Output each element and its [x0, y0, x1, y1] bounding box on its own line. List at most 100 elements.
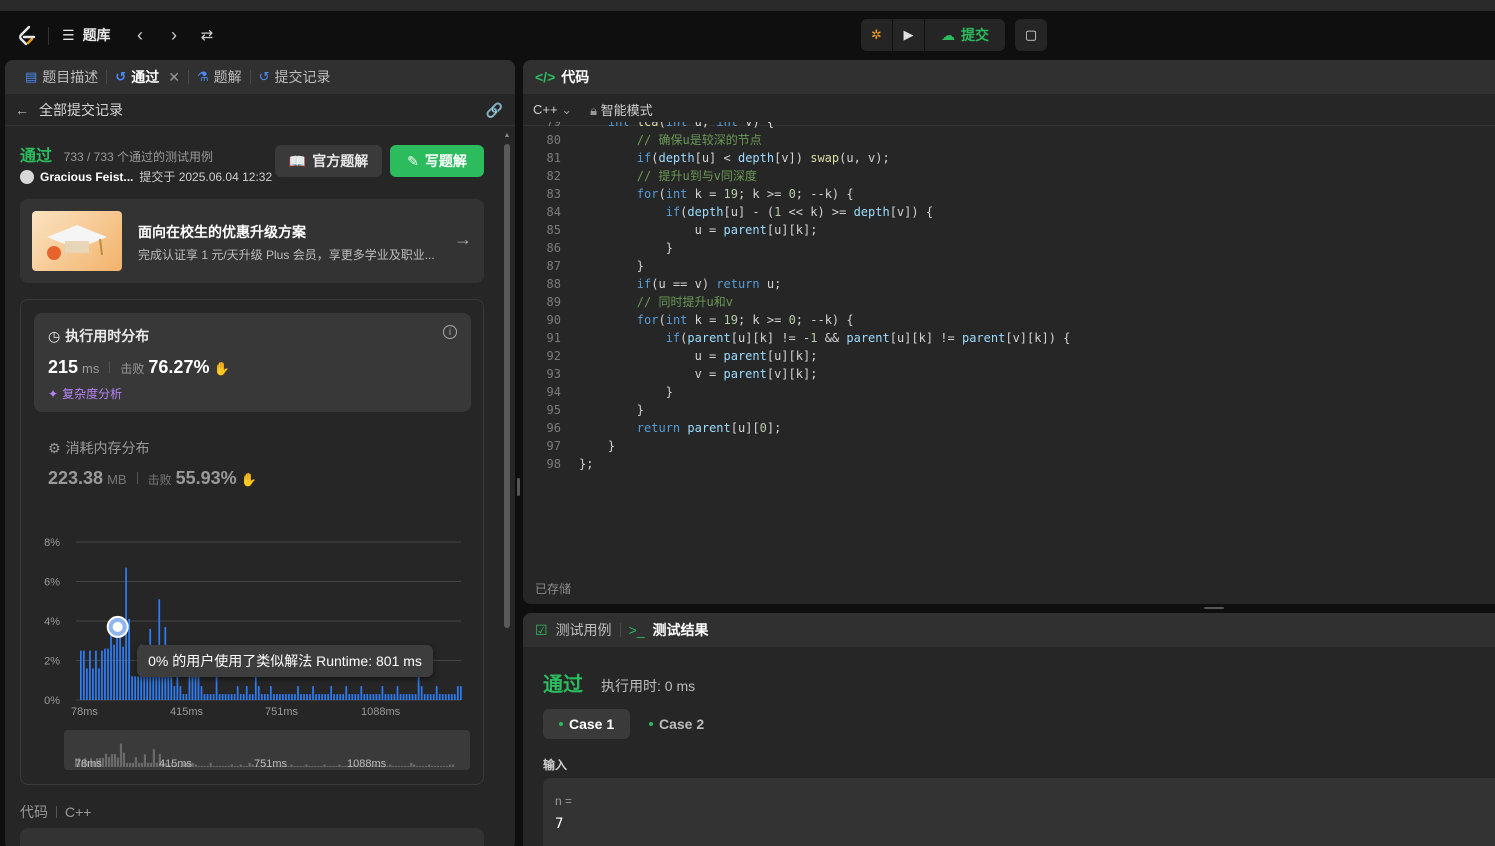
chart-bar[interactable]: [411, 694, 414, 700]
chart-bar[interactable]: [354, 694, 357, 700]
chart-bar[interactable]: [372, 694, 375, 700]
chart-bar[interactable]: [381, 686, 384, 700]
code-line[interactable]: 86 }: [523, 239, 1495, 257]
debug-button[interactable]: ✲: [861, 19, 893, 51]
chart-bar[interactable]: [288, 694, 290, 700]
chart-bar[interactable]: [375, 694, 378, 700]
chart-bar[interactable]: [152, 676, 155, 700]
chart-bar[interactable]: [218, 694, 221, 700]
chart-bar[interactable]: [191, 676, 194, 700]
chart-bar[interactable]: [203, 694, 206, 700]
chart-bar[interactable]: [279, 694, 281, 700]
chart-bar[interactable]: [83, 650, 85, 700]
arrow-left-icon[interactable]: ←: [15, 102, 29, 118]
chart-bar[interactable]: [80, 650, 82, 700]
code-line[interactable]: 98};: [523, 455, 1495, 473]
chart-bar[interactable]: [348, 694, 351, 700]
chart-bar[interactable]: [176, 676, 179, 700]
chart-bar[interactable]: [345, 686, 348, 700]
code-line[interactable]: 85 u = parent[u][k];: [523, 221, 1495, 239]
chart-bar[interactable]: [312, 686, 314, 700]
scroll-thumb[interactable]: [504, 144, 510, 628]
info-icon[interactable]: i: [443, 325, 457, 339]
chart-bar[interactable]: [309, 694, 311, 700]
chart-bar[interactable]: [399, 694, 402, 700]
chart-bar[interactable]: [89, 650, 91, 700]
chart-bar[interactable]: [426, 694, 429, 700]
chart-bar[interactable]: [414, 694, 417, 700]
chart-bar[interactable]: [441, 694, 444, 700]
memory-title[interactable]: ⚙ 消耗内存分布: [48, 438, 150, 458]
chart-bar[interactable]: [378, 694, 381, 700]
chart-bar[interactable]: [423, 694, 426, 700]
chart-bar[interactable]: [119, 626, 121, 700]
chart-bar[interactable]: [197, 676, 200, 700]
code-line[interactable]: 83 for(int k = 19; k >= 0; --k) {: [523, 185, 1495, 203]
chart-bar[interactable]: [131, 676, 133, 700]
chart-bar[interactable]: [251, 694, 254, 700]
chart-bar[interactable]: [266, 694, 269, 700]
code-line[interactable]: 82 // 提升u到与v同深度: [523, 167, 1495, 185]
leetcode-logo-icon[interactable]: [14, 23, 40, 49]
vertical-resize-handle[interactable]: [517, 478, 520, 496]
chart-bar[interactable]: [221, 694, 224, 700]
chart-bar[interactable]: [303, 694, 305, 700]
chart-bar[interactable]: [330, 686, 333, 700]
chart-bar[interactable]: [390, 694, 393, 700]
prev-problem-button[interactable]: ‹: [128, 23, 152, 47]
chart-bar[interactable]: [200, 686, 203, 700]
chart-bar[interactable]: [306, 694, 308, 700]
code-line[interactable]: 93 v = parent[v][k];: [523, 365, 1495, 383]
chart-bar[interactable]: [170, 676, 173, 700]
chart-bar[interactable]: [173, 686, 176, 700]
random-problem-button[interactable]: ⇄: [195, 23, 219, 47]
code-line[interactable]: 79 int lca(int u, int v) {: [523, 122, 1495, 131]
chart-bar[interactable]: [185, 694, 188, 700]
submit-button[interactable]: ☁ 提交: [925, 19, 1005, 51]
chart-bar[interactable]: [432, 694, 435, 700]
chart-bar[interactable]: [230, 694, 233, 700]
chart-bar[interactable]: [92, 668, 94, 700]
chart-bar[interactable]: [294, 694, 296, 700]
left-scrollbar[interactable]: ▲: [503, 132, 511, 632]
arrow-right-icon[interactable]: →: [454, 229, 472, 250]
language-select[interactable]: C++ ⌄: [533, 102, 572, 118]
tab-submissions[interactable]: ↺ 提交记录: [251, 67, 339, 87]
chart-bar[interactable]: [387, 694, 390, 700]
chart-bar[interactable]: [143, 676, 146, 700]
chart-bar[interactable]: [110, 624, 112, 700]
chart-bar[interactable]: [248, 694, 251, 700]
chart-bar[interactable]: [450, 694, 453, 700]
chart-bar[interactable]: [242, 694, 245, 700]
horizontal-resize-handle[interactable]: [1204, 607, 1224, 609]
code-tab-title[interactable]: 代码: [561, 67, 589, 87]
chart-bar[interactable]: [324, 694, 326, 700]
chart-bar[interactable]: [321, 694, 323, 700]
chart-bar[interactable]: [161, 676, 164, 700]
chart-bar[interactable]: [444, 694, 447, 700]
smart-mode-toggle[interactable]: 🔒︎ 智能模式: [590, 100, 653, 119]
chart-bar[interactable]: [438, 694, 441, 700]
chart-bar[interactable]: [260, 694, 263, 700]
chart-bar[interactable]: [107, 648, 109, 700]
chart-bar[interactable]: [113, 644, 115, 700]
chart-bar[interactable]: [182, 694, 185, 700]
promo-banner[interactable]: 面向在校生的优惠升级方案 完成认证享 1 元/天升级 Plus 会员，享更多学业…: [20, 199, 484, 283]
chart-bar[interactable]: [137, 676, 140, 700]
tab-description[interactable]: ▤ 题目描述: [17, 67, 106, 87]
tab-test-result[interactable]: 测试结果: [653, 620, 709, 640]
code-line[interactable]: 88 if(u == v) return u;: [523, 275, 1495, 293]
code-line[interactable]: 96 return parent[u][0];: [523, 419, 1495, 437]
chart-bar[interactable]: [146, 676, 149, 700]
chart-bar[interactable]: [236, 686, 239, 700]
chart-bar[interactable]: [233, 694, 236, 700]
code-line[interactable]: 90 for(int k = 19; k >= 0; --k) {: [523, 311, 1495, 329]
chart-bar[interactable]: [459, 686, 462, 700]
user-name[interactable]: Gracious Feist...: [40, 170, 133, 184]
chart-bar[interactable]: [429, 694, 432, 700]
chart-bar[interactable]: [254, 676, 257, 700]
tab-solutions[interactable]: ⚗ 题解: [189, 67, 250, 87]
write-solution-button[interactable]: ✎ 写题解: [390, 145, 484, 177]
chart-bar[interactable]: [318, 694, 320, 700]
chart-bar[interactable]: [342, 694, 345, 700]
